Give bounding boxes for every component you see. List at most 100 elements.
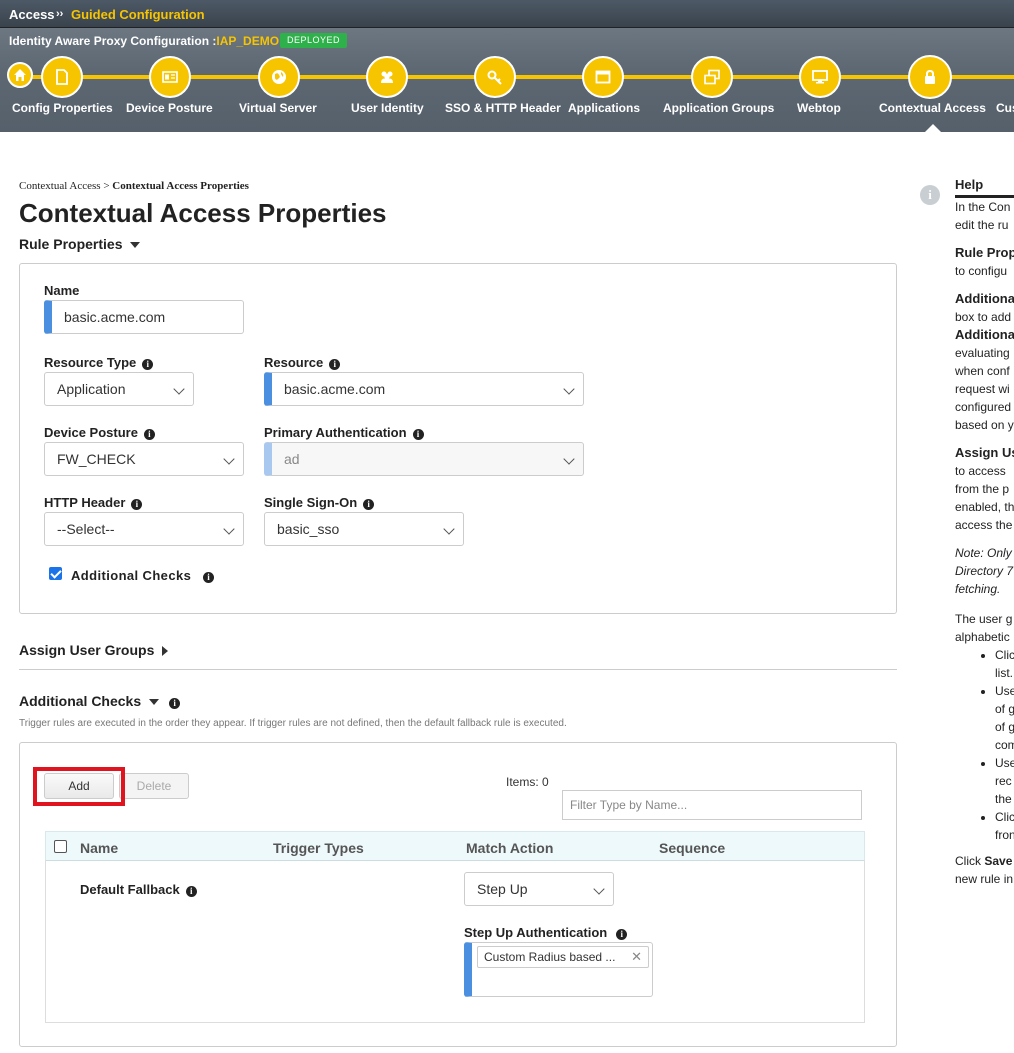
help-assign-title: Assign Us bbox=[955, 445, 1014, 460]
help-bullet-text: com bbox=[995, 738, 1014, 752]
additional-checks-checkbox[interactable] bbox=[49, 567, 62, 580]
primary-auth-select[interactable]: ad bbox=[264, 442, 584, 476]
document-icon[interactable] bbox=[41, 56, 83, 98]
step-webtop[interactable]: Webtop bbox=[797, 101, 841, 115]
resource-type-select[interactable]: Application bbox=[44, 372, 194, 406]
config-title-label: Identity Aware Proxy Configuration : bbox=[9, 34, 217, 48]
nav-guided-configuration[interactable]: Guided Configuration bbox=[71, 7, 205, 22]
step-applications[interactable]: Applications bbox=[568, 101, 640, 115]
home-icon[interactable] bbox=[7, 62, 33, 88]
active-step-pointer bbox=[925, 124, 941, 132]
monitor-icon[interactable] bbox=[799, 56, 841, 98]
info-icon[interactable]: i bbox=[616, 929, 628, 940]
help-bullet-text: of g bbox=[995, 702, 1014, 716]
info-icon[interactable]: i bbox=[142, 359, 154, 370]
additional-checks-toggle[interactable]: Additional Checks i bbox=[19, 693, 181, 709]
help-line: box to add bbox=[955, 310, 1012, 324]
info-icon: i bbox=[920, 185, 940, 205]
page-title: Contextual Access Properties bbox=[19, 198, 387, 228]
status-badge: DEPLOYED bbox=[280, 33, 348, 48]
step-virtual-server[interactable]: Virtual Server bbox=[239, 101, 317, 115]
globe-icon[interactable] bbox=[258, 56, 300, 98]
device-posture-label: Device Posture i bbox=[44, 425, 155, 440]
step-up-auth-tag[interactable]: Custom Radius based ... ✕ bbox=[477, 946, 649, 968]
step-contextual-access[interactable]: Contextual Access bbox=[879, 101, 986, 115]
close-icon[interactable]: ✕ bbox=[631, 947, 642, 967]
help-line: based on y bbox=[955, 418, 1014, 432]
column-sequence[interactable]: Sequence bbox=[659, 840, 725, 856]
help-bullets: Clic list. Use of g of g com Use rec the Clic f… bbox=[955, 646, 1014, 844]
breadcrumb-parent[interactable]: Contextual Access bbox=[19, 180, 101, 192]
help-bullet-text: of g bbox=[995, 720, 1014, 734]
sso-select[interactable]: basic_sso bbox=[264, 512, 464, 546]
config-title: Identity Aware Proxy Configuration :IAP_… bbox=[9, 34, 279, 48]
breadcrumb-separator: > bbox=[100, 180, 113, 192]
step-user-identity[interactable]: User Identity bbox=[351, 101, 424, 115]
chevron-down-icon bbox=[173, 383, 185, 395]
step-up-auth-label: Step Up Authentication i bbox=[464, 925, 628, 940]
step-device-posture[interactable]: Device Posture bbox=[126, 101, 213, 115]
sso-value: basic_sso bbox=[277, 521, 340, 537]
primary-auth-value: ad bbox=[284, 451, 300, 467]
info-icon[interactable]: i bbox=[203, 572, 215, 583]
window-icon[interactable] bbox=[582, 56, 624, 98]
info-icon[interactable]: i bbox=[329, 359, 341, 370]
help-bullet: Clic fron bbox=[995, 808, 1014, 844]
guided-config-header: Identity Aware Proxy Configuration :IAP_… bbox=[0, 28, 1014, 132]
info-icon[interactable]: i bbox=[185, 886, 197, 897]
rule-properties-toggle[interactable]: Rule Properties bbox=[19, 236, 141, 252]
info-icon[interactable]: i bbox=[131, 499, 143, 510]
default-fallback-label: Default Fallback i bbox=[80, 882, 197, 897]
key-icon[interactable] bbox=[474, 56, 516, 98]
help-line: configured bbox=[955, 400, 1012, 414]
help-line: evaluating bbox=[955, 346, 1010, 360]
device-posture-select[interactable]: FW_CHECK bbox=[44, 442, 244, 476]
help-bullet: Use of g of g com bbox=[995, 682, 1014, 754]
name-field[interactable]: basic.acme.com bbox=[44, 300, 244, 334]
step-config-properties[interactable]: Config Properties bbox=[12, 101, 113, 115]
help-bullet-text: list. bbox=[995, 666, 1013, 680]
help-title: Help bbox=[955, 176, 1014, 198]
select-all-checkbox[interactable] bbox=[54, 840, 67, 853]
http-header-label-text: HTTP Header bbox=[44, 495, 126, 510]
id-card-icon[interactable] bbox=[149, 56, 191, 98]
sso-label: Single Sign-On i bbox=[264, 495, 375, 510]
column-match-action[interactable]: Match Action bbox=[466, 840, 553, 856]
nav-access-link[interactable]: Access bbox=[9, 7, 55, 22]
http-header-value: --Select-- bbox=[57, 521, 115, 537]
chevron-down-icon bbox=[130, 242, 141, 249]
info-icon[interactable]: i bbox=[143, 429, 155, 440]
help-bullet: Clic list. bbox=[995, 646, 1014, 682]
step-sso-http-header[interactable]: SSO & HTTP Header bbox=[445, 101, 561, 115]
match-action-select[interactable]: Step Up bbox=[464, 872, 614, 906]
step-up-auth-label-text: Step Up Authentication bbox=[464, 925, 608, 940]
resource-select[interactable]: basic.acme.com bbox=[264, 372, 584, 406]
assign-user-groups-header: Assign User Groups bbox=[19, 642, 155, 658]
help-addl-title: Additiona bbox=[955, 291, 1014, 306]
chevron-down-icon bbox=[149, 699, 160, 706]
sso-label-text: Single Sign-On bbox=[264, 495, 358, 510]
chevron-down-icon bbox=[563, 383, 575, 395]
help-bullet-text: Use bbox=[995, 684, 1014, 698]
info-icon[interactable]: i bbox=[412, 429, 424, 440]
assign-user-groups-toggle[interactable]: Assign User Groups bbox=[19, 642, 169, 658]
lock-icon[interactable] bbox=[908, 55, 952, 99]
name-label: Name bbox=[44, 283, 80, 298]
delete-button[interactable]: Delete bbox=[119, 773, 189, 799]
users-icon[interactable] bbox=[366, 56, 408, 98]
http-header-select[interactable]: --Select-- bbox=[44, 512, 244, 546]
chevron-down-icon bbox=[223, 453, 235, 465]
filter-input[interactable]: Filter Type by Name... bbox=[562, 790, 862, 820]
step-application-groups[interactable]: Application Groups bbox=[663, 101, 774, 115]
column-name[interactable]: Name bbox=[80, 840, 118, 856]
column-trigger-types[interactable]: Trigger Types bbox=[273, 840, 364, 856]
info-icon[interactable]: i bbox=[363, 499, 375, 510]
help-line: Note: Only bbox=[955, 546, 1012, 560]
step-customization[interactable]: Cus bbox=[996, 101, 1014, 115]
help-bullet: Use rec the bbox=[995, 754, 1014, 808]
help-line: alphabetic bbox=[955, 630, 1010, 644]
config-name: IAP_DEMO bbox=[216, 34, 280, 48]
windows-icon[interactable] bbox=[691, 56, 733, 98]
info-icon[interactable]: i bbox=[169, 698, 181, 709]
match-action-value: Step Up bbox=[477, 881, 528, 897]
